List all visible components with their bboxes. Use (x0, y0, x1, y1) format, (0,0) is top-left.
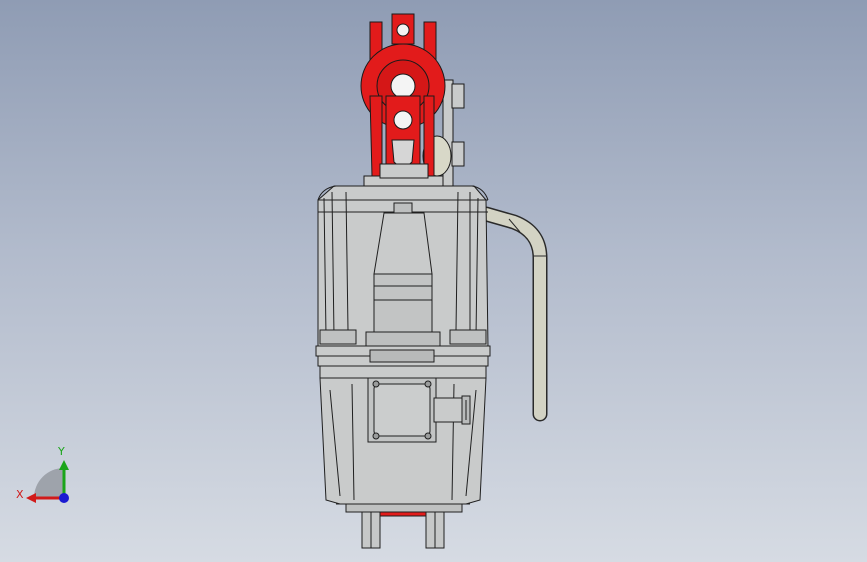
x-axis-arrowhead-icon (26, 493, 36, 503)
cad-graphics-viewport[interactable]: X Y (0, 0, 867, 562)
y-axis-arrowhead-icon (59, 460, 69, 470)
view-orientation-triad: X Y (16, 445, 69, 503)
y-axis-label: Y (57, 445, 65, 458)
z-axis-dot-icon (59, 493, 69, 503)
triad-plane-icon (34, 468, 64, 498)
x-axis-label: X (16, 488, 24, 501)
